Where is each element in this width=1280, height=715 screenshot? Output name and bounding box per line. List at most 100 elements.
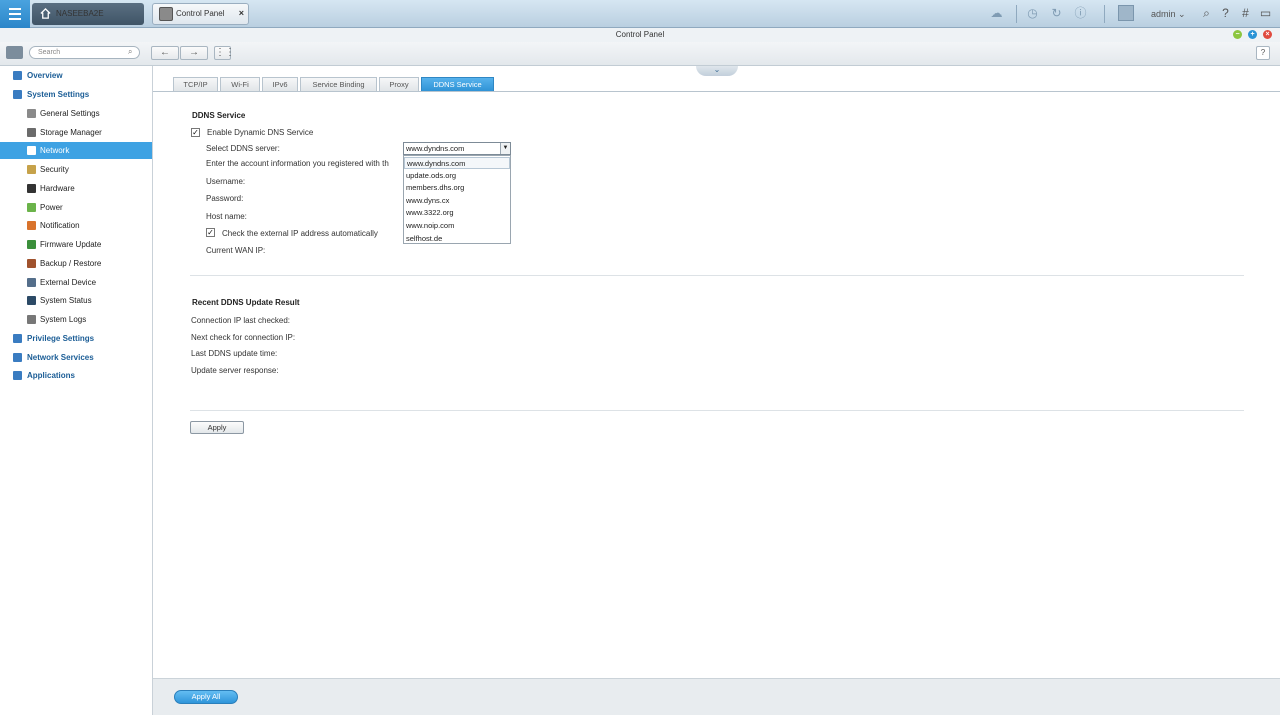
toolbar: Search ⌕ ← → ⋮⋮ ? bbox=[0, 42, 1280, 66]
monitor-icon bbox=[27, 296, 36, 305]
control-panel-icon bbox=[159, 7, 173, 21]
help-button[interactable]: ? bbox=[1256, 46, 1270, 60]
minimize-icon[interactable]: − bbox=[1233, 30, 1242, 39]
sidebar-item[interactable]: Privilege Settings bbox=[0, 330, 152, 347]
help-icon[interactable]: ? bbox=[1218, 6, 1233, 21]
dropdown-option[interactable]: www.dyndns.com bbox=[404, 157, 510, 169]
check-ip-checkbox[interactable]: ✓ bbox=[206, 228, 215, 237]
control-panel-tab[interactable]: Control Panel × bbox=[152, 3, 249, 25]
sidebar-item[interactable]: General Settings bbox=[0, 105, 152, 122]
network-icon bbox=[27, 146, 36, 155]
sidebar-item[interactable]: Applications bbox=[0, 367, 152, 384]
power-icon bbox=[27, 203, 36, 212]
sidebar-item-label: Applications bbox=[27, 371, 76, 380]
app-grid-button[interactable]: ⋮⋮ bbox=[214, 46, 235, 60]
sidebar-item[interactable]: Storage Manager bbox=[0, 124, 152, 141]
sidebar-item[interactable]: Power bbox=[0, 199, 152, 216]
close-window-icon[interactable]: × bbox=[1263, 30, 1272, 39]
control-panel-tab-label: Control Panel bbox=[176, 9, 225, 18]
sidebar-item[interactable]: Network bbox=[0, 142, 152, 159]
result-label: Connection IP last checked: bbox=[191, 316, 291, 325]
ddns-server-value: www.dyndns.com bbox=[406, 144, 465, 153]
enable-ddns-label: Enable Dynamic DNS Service bbox=[207, 128, 314, 137]
dropdown-option[interactable]: www.dyns.cx bbox=[404, 195, 510, 207]
sidebar-item[interactable]: Notification bbox=[0, 217, 152, 234]
maximize-icon[interactable]: + bbox=[1248, 30, 1257, 39]
home-tab[interactable]: NASEEBA2E bbox=[32, 3, 144, 25]
grid-icon[interactable]: # bbox=[1238, 6, 1253, 21]
sidebar-item[interactable]: External Device bbox=[0, 274, 152, 291]
search-input[interactable]: Search bbox=[29, 46, 140, 59]
sidebar-item-label: Security bbox=[40, 165, 69, 174]
ddns-server-select[interactable]: www.dyndns.com ▼ bbox=[403, 142, 511, 155]
sidebar-item[interactable]: Network Services bbox=[0, 349, 152, 366]
tab[interactable]: IPv6 bbox=[262, 77, 298, 91]
main-menu-button[interactable] bbox=[0, 0, 30, 28]
divider bbox=[190, 410, 1244, 411]
desktop-icon[interactable]: ▭ bbox=[1258, 6, 1273, 21]
tab[interactable]: Proxy bbox=[379, 77, 419, 91]
dropdown-option[interactable]: www.3322.org bbox=[404, 207, 510, 219]
dropdown-option[interactable]: update.ods.org bbox=[404, 170, 510, 182]
firmware-icon bbox=[27, 240, 36, 249]
background-task-icon[interactable]: ◷ bbox=[1025, 6, 1040, 21]
result-label: Last DDNS update time: bbox=[191, 349, 278, 358]
hardware-icon bbox=[27, 184, 36, 193]
lock-icon bbox=[27, 165, 36, 174]
search-icon[interactable]: ⌕ bbox=[1199, 6, 1214, 21]
overview-icon bbox=[13, 71, 22, 80]
apply-button[interactable]: Apply bbox=[190, 421, 244, 434]
sidebar-item[interactable]: Overview bbox=[0, 67, 152, 84]
dropdown-option[interactable]: selfhost.de bbox=[404, 233, 510, 245]
sidebar-item-label: Overview bbox=[27, 71, 63, 80]
username-label: Username: bbox=[206, 177, 246, 186]
tab[interactable]: Service Binding bbox=[300, 77, 377, 91]
apply-all-button[interactable]: Apply All bbox=[174, 690, 238, 704]
chevron-down-icon[interactable]: ▼ bbox=[500, 143, 510, 154]
sidebar-item[interactable]: System Status bbox=[0, 292, 152, 309]
dropdown-option[interactable]: www.noip.com bbox=[404, 220, 510, 232]
wan-ip-label: Current WAN IP: bbox=[206, 246, 266, 255]
sidebar-item[interactable]: System Settings bbox=[0, 86, 152, 103]
collapse-handle[interactable]: ⌄ bbox=[696, 66, 738, 76]
footer-bar bbox=[153, 678, 1280, 715]
user-icon bbox=[13, 334, 22, 343]
sidebar-item[interactable]: Backup / Restore bbox=[0, 255, 152, 272]
ddns-section-title: DDNS Service bbox=[192, 111, 246, 120]
forward-button[interactable]: → bbox=[180, 46, 208, 60]
search-icon[interactable]: ⌕ bbox=[128, 48, 136, 56]
sidebar-item[interactable]: System Logs bbox=[0, 311, 152, 328]
enable-ddns-checkbox[interactable]: ✓ bbox=[191, 128, 200, 137]
window-title: Control Panel bbox=[0, 28, 1280, 42]
sync-icon[interactable]: ↻ bbox=[1049, 6, 1064, 21]
dropdown-option[interactable]: members.dhs.org bbox=[404, 182, 510, 194]
account-info-text: Enter the account information you regist… bbox=[206, 159, 389, 168]
avatar[interactable] bbox=[1118, 5, 1134, 21]
external-device-icon bbox=[27, 278, 36, 287]
sidebar-toggle-icon[interactable] bbox=[6, 46, 23, 59]
globe-icon bbox=[13, 353, 22, 362]
tab[interactable]: TCP/IP bbox=[173, 77, 218, 91]
result-label: Next check for connection IP: bbox=[191, 333, 296, 342]
chevron-down-icon: ⌄ bbox=[1178, 9, 1186, 19]
notification-icon bbox=[27, 221, 36, 230]
main-content bbox=[153, 66, 1280, 678]
sidebar-item[interactable]: Security bbox=[0, 161, 152, 178]
sidebar-item-label: System Logs bbox=[40, 315, 87, 324]
check-ip-label: Check the external IP address automatica… bbox=[222, 229, 378, 238]
sidebar-item[interactable]: Firmware Update bbox=[0, 236, 152, 253]
tab[interactable]: Wi-Fi bbox=[220, 77, 260, 91]
logs-icon bbox=[27, 315, 36, 324]
tab[interactable]: DDNS Service bbox=[421, 77, 494, 91]
settings-icon bbox=[27, 109, 36, 118]
recent-section-title: Recent DDNS Update Result bbox=[192, 298, 300, 307]
sidebar-item-label: Hardware bbox=[40, 184, 75, 193]
info-icon[interactable]: ⓘ bbox=[1073, 6, 1088, 21]
back-button[interactable]: ← bbox=[151, 46, 179, 60]
close-tab-icon[interactable]: × bbox=[239, 8, 244, 18]
cloud-icon[interactable]: ☁ bbox=[989, 6, 1004, 21]
home-tab-label: NASEEBA2E bbox=[56, 9, 104, 18]
sidebar-item[interactable]: Hardware bbox=[0, 180, 152, 197]
sidebar-item-label: External Device bbox=[40, 278, 97, 287]
user-menu[interactable]: admin ⌄ bbox=[1151, 9, 1186, 20]
